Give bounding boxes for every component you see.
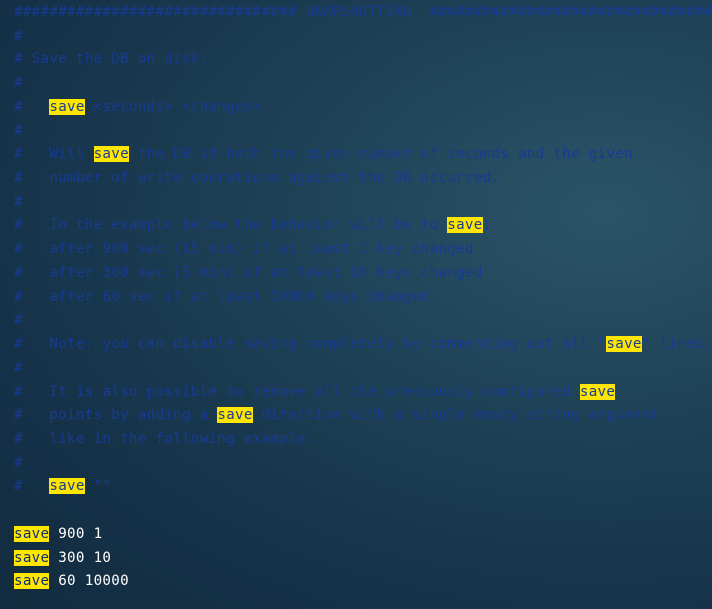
search-highlight: save	[49, 98, 85, 115]
line-text: # It is also possible to remove all the …	[14, 383, 580, 400]
search-highlight: save	[14, 549, 50, 566]
line-text: #	[14, 312, 23, 329]
line-text: directive with a single empty string arg…	[252, 407, 660, 424]
line-text: # after 900 sec (15 min) if at least 1 k…	[14, 241, 474, 258]
comment-line: # number of write operations against the…	[14, 167, 500, 191]
comment-line: # points by adding a save directive with…	[14, 404, 659, 428]
comment-line: # In the example below the behavior will…	[14, 214, 491, 238]
comment-line: # like in the following example:	[14, 428, 315, 452]
directive-line: save 900 1	[14, 523, 102, 547]
comment-line: # Save the DB on disk:	[14, 48, 209, 72]
line-text: # after 300 sec (5 min) if at least 10 k…	[14, 264, 483, 281]
line-text: # In the example below the behavior will…	[14, 217, 448, 234]
line-text: #	[14, 478, 50, 495]
line-text: 900 1	[49, 525, 103, 542]
line-text: # number of write operations against the…	[14, 170, 501, 187]
line-text: 60 10000	[49, 573, 129, 590]
comment-line: #	[14, 452, 23, 476]
line-text: # after 60 sec if at least 10000 keys ch…	[14, 288, 430, 305]
comment-line: #	[14, 120, 23, 144]
line-text: # Will	[14, 146, 94, 163]
line-text: ################################ SNAPSHO…	[14, 4, 712, 20]
line-text: #	[14, 122, 23, 139]
comment-line: # save ""	[14, 475, 111, 499]
comment-line: #	[14, 72, 23, 96]
comment-line: ################################ SNAPSHO…	[14, 1, 712, 25]
search-highlight: save	[14, 525, 50, 542]
search-highlight: save	[447, 217, 483, 234]
line-text: #	[14, 75, 23, 92]
comment-line: #	[14, 25, 23, 49]
line-text: ""	[84, 478, 112, 495]
comment-line: # after 60 sec if at least 10000 keys ch…	[14, 286, 430, 310]
line-text: # Save the DB on disk:	[14, 51, 209, 68]
line-text: the DB if both the given number of secon…	[128, 146, 633, 163]
comment-line: #	[14, 191, 23, 215]
comment-line: # Will save the DB if both the given num…	[14, 143, 633, 167]
comment-line: #	[14, 357, 23, 381]
line-text: # Note: you can disable saving completel…	[14, 336, 607, 353]
comment-line: # after 300 sec (5 min) if at least 10 k…	[14, 262, 483, 286]
comment-line: #	[14, 309, 23, 333]
search-highlight: save	[49, 478, 85, 495]
search-highlight: save	[579, 383, 616, 400]
line-text: # like in the following example:	[14, 430, 315, 447]
search-highlight: save	[93, 146, 129, 163]
line-text: #	[14, 359, 23, 376]
comment-line: # save <seconds> <changes>	[14, 96, 262, 120]
config-editor[interactable]: ################################ SNAPSHO…	[0, 0, 712, 609]
comment-line: # after 900 sec (15 min) if at least 1 k…	[14, 238, 474, 262]
search-highlight: save	[217, 407, 253, 424]
directive-line: save 300 10	[14, 547, 111, 571]
line-text: # points by adding a	[14, 407, 218, 424]
line-text: #	[14, 98, 50, 115]
line-text: <seconds> <changes>	[84, 98, 262, 115]
line-text: :	[482, 217, 492, 234]
line-text: " lines.	[641, 336, 712, 353]
search-highlight: save	[14, 573, 50, 590]
directive-line: save 60 10000	[14, 570, 129, 594]
line-text: #	[14, 193, 23, 210]
line-text: 300 10	[49, 549, 112, 566]
comment-line: # It is also possible to remove all the …	[14, 381, 616, 405]
line-text: #	[14, 27, 23, 44]
search-highlight: save	[606, 336, 642, 353]
comment-line: # Note: you can disable saving completel…	[14, 333, 712, 357]
line-text: #	[14, 454, 23, 471]
